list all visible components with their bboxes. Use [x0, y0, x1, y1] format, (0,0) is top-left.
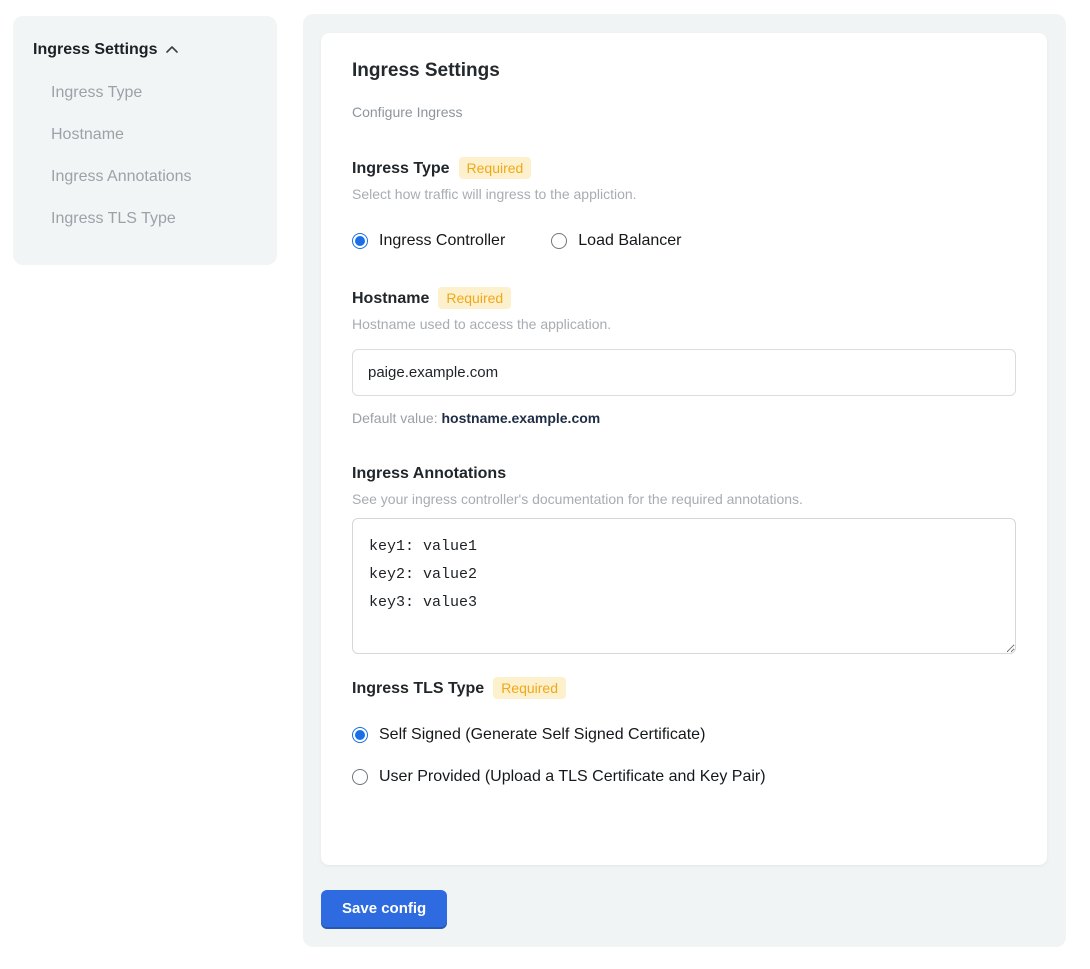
- field-ingress-type: Ingress Type Required Select how traffic…: [352, 157, 1016, 251]
- default-value-text: hostname.example.com: [442, 410, 601, 426]
- sidebar-section-toggle[interactable]: Ingress Settings: [33, 40, 257, 60]
- field-ingress-annotations: Ingress Annotations See your ingress con…: [352, 463, 1016, 659]
- field-hostname: Hostname Required Hostname used to acces…: [352, 287, 1016, 427]
- field-label-row: Hostname Required: [352, 287, 1016, 309]
- ingress-annotations-textarea[interactable]: key1: value1 key2: value2 key3: value3: [352, 518, 1016, 654]
- field-label-row: Ingress TLS Type Required: [352, 677, 1016, 699]
- card-title: Ingress Settings: [352, 59, 1016, 83]
- card-subtitle: Configure Ingress: [352, 103, 1016, 121]
- sidebar-item-hostname[interactable]: Hostname: [51, 125, 257, 145]
- field-label-row: Ingress Annotations: [352, 463, 1016, 484]
- hostname-help: Hostname used to access the application.: [352, 315, 1016, 333]
- sidebar-section-title: Ingress Settings: [33, 40, 157, 60]
- ingress-annotations-label: Ingress Annotations: [352, 463, 506, 484]
- hostname-input[interactable]: [352, 349, 1016, 396]
- radio-unselected-icon[interactable]: [352, 769, 368, 785]
- hostname-label: Hostname: [352, 288, 429, 309]
- radio-option-label: Self Signed (Generate Self Signed Certif…: [379, 725, 705, 745]
- ingress-tls-type-label: Ingress TLS Type: [352, 678, 484, 699]
- sidebar-item-list: Ingress Type Hostname Ingress Annotation…: [33, 83, 257, 229]
- hostname-default-line: Default value: hostname.example.com: [352, 409, 1016, 427]
- chevron-up-icon: [165, 43, 179, 57]
- radio-selected-icon[interactable]: [352, 727, 368, 743]
- sidebar: Ingress Settings Ingress Type Hostname I…: [13, 16, 277, 265]
- sidebar-item-ingress-tls-type[interactable]: Ingress TLS Type: [51, 209, 257, 229]
- required-badge: Required: [493, 677, 566, 699]
- radio-selected-icon[interactable]: [352, 233, 368, 249]
- required-badge: Required: [438, 287, 511, 309]
- radio-option-label: Load Balancer: [578, 231, 681, 251]
- settings-panel: Ingress Settings Configure Ingress Ingre…: [303, 14, 1066, 947]
- radio-option-self-signed[interactable]: Self Signed (Generate Self Signed Certif…: [352, 725, 1016, 745]
- radio-option-label: Ingress Controller: [379, 231, 505, 251]
- radio-unselected-icon[interactable]: [551, 233, 567, 249]
- ingress-settings-card: Ingress Settings Configure Ingress Ingre…: [321, 33, 1047, 865]
- radio-option-label: User Provided (Upload a TLS Certificate …: [379, 767, 766, 787]
- ingress-type-help: Select how traffic will ingress to the a…: [352, 185, 1016, 203]
- field-ingress-tls-type: Ingress TLS Type Required Self Signed (G…: [352, 677, 1016, 787]
- save-config-button[interactable]: Save config: [321, 890, 447, 927]
- default-value-prefix: Default value:: [352, 410, 438, 426]
- sidebar-item-ingress-annotations[interactable]: Ingress Annotations: [51, 167, 257, 187]
- ingress-tls-radio-group: Self Signed (Generate Self Signed Certif…: [352, 725, 1016, 787]
- radio-option-load-balancer[interactable]: Load Balancer: [551, 231, 681, 251]
- ingress-type-label: Ingress Type: [352, 158, 450, 179]
- ingress-annotations-help: See your ingress controller's documentat…: [352, 490, 1016, 508]
- sidebar-item-ingress-type[interactable]: Ingress Type: [51, 83, 257, 103]
- ingress-type-radio-group: Ingress Controller Load Balancer: [352, 231, 1016, 251]
- radio-option-user-provided[interactable]: User Provided (Upload a TLS Certificate …: [352, 767, 1016, 787]
- field-label-row: Ingress Type Required: [352, 157, 1016, 179]
- radio-option-ingress-controller[interactable]: Ingress Controller: [352, 231, 505, 251]
- required-badge: Required: [459, 157, 532, 179]
